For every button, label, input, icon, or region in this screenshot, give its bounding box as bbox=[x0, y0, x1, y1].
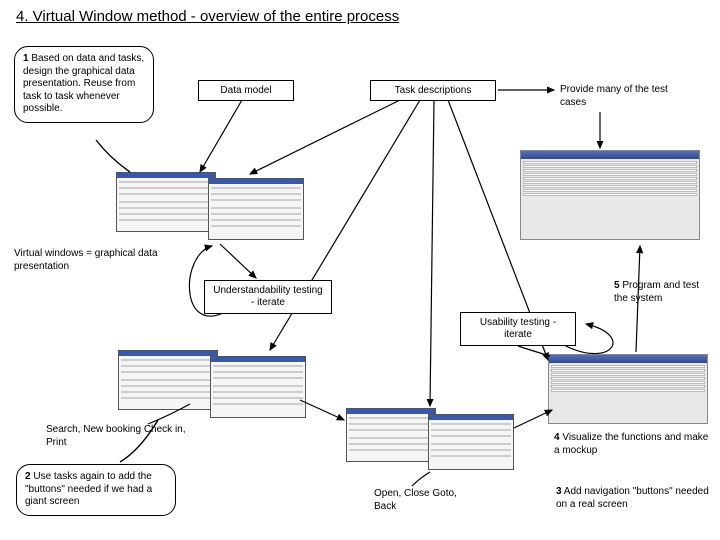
step3-label: 3 Add navigation "buttons" needed on a r… bbox=[556, 486, 716, 511]
step2-bubble: 2 Use tasks again to add the "buttons" n… bbox=[16, 464, 176, 516]
screenshot-vw-pair-2 bbox=[118, 350, 308, 420]
screenshot-hotel-system bbox=[548, 354, 708, 424]
open-close-label: Open, Close Goto, Back bbox=[374, 488, 474, 513]
provide-tests-label: Provide many of the test cases bbox=[560, 84, 680, 109]
task-desc-box: Task descriptions bbox=[370, 80, 496, 101]
vw-label: Virtual windows = graphical data present… bbox=[14, 248, 194, 273]
step3-text: Add navigation "buttons" needed on a rea… bbox=[556, 486, 709, 510]
search-label: Search, New booking Check in, Print bbox=[46, 424, 186, 449]
usability-box: Usability testing - iterate bbox=[460, 312, 576, 346]
screenshot-vw-pair bbox=[116, 172, 306, 242]
step1-text: Based on data and tasks, design the grap… bbox=[23, 53, 144, 114]
page-title: 4. Virtual Window method - overview of t… bbox=[16, 8, 399, 25]
screenshot-vw-pair-3 bbox=[346, 408, 516, 472]
step4-label: 4 Visualize the functions and make a moc… bbox=[554, 432, 714, 457]
step1-bubble: 1 Based on data and tasks, design the gr… bbox=[14, 46, 154, 123]
data-model-box: Data model bbox=[198, 80, 294, 101]
step2-text: Use tasks again to add the "buttons" nee… bbox=[25, 471, 152, 507]
step4-text: Visualize the functions and make a mocku… bbox=[554, 432, 708, 456]
step5-label: 5 Program and test the system bbox=[614, 280, 714, 305]
understandability-box: Understandability testing - iterate bbox=[204, 280, 332, 314]
step5-text: Program and test the system bbox=[614, 280, 699, 304]
screenshot-find-guest bbox=[520, 150, 700, 240]
